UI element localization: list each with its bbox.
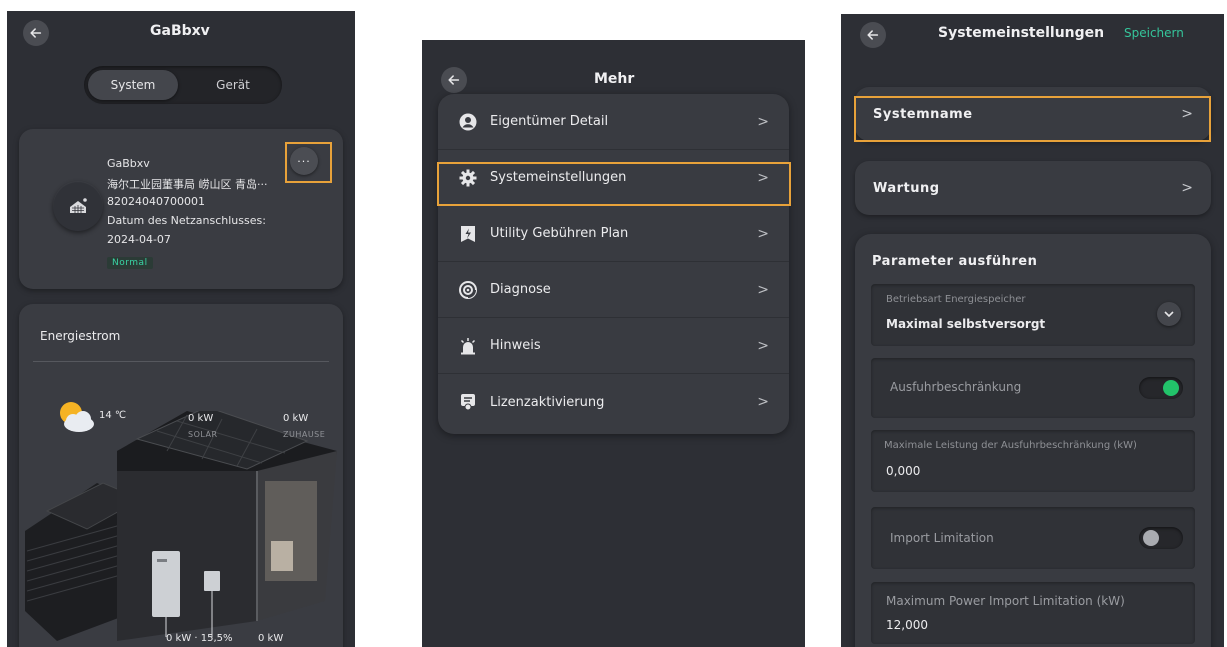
menu-item-notice[interactable]: Hinweis > — [438, 318, 789, 374]
battery-power-value: 0 kW · 15,5% — [166, 633, 233, 644]
field-label: Import Limitation — [890, 531, 994, 545]
import-max-field[interactable]: Maximum Power Import Limitation (kW) 12,… — [871, 582, 1195, 644]
gear-icon — [458, 168, 478, 188]
field-label: Maximale Leistung der Ausfuhrbeschränkun… — [884, 440, 1137, 451]
storage-mode-select[interactable]: Betriebsart Energiespeicher Maximal selb… — [871, 284, 1195, 346]
solar-power-value: 0 kW — [188, 413, 214, 424]
export-limit-row: Ausfuhrbeschränkung — [871, 358, 1195, 418]
page-title: Mehr — [594, 71, 635, 87]
chevron-right-icon: > — [757, 394, 769, 410]
chevron-right-icon: > — [1181, 106, 1193, 122]
grid-power-value: 0 kW — [258, 633, 284, 644]
chevron-right-icon: > — [757, 113, 769, 130]
field-value: Maximal selbstversorgt — [886, 317, 1046, 331]
menu-item-label: Systemeinstellungen — [490, 170, 627, 185]
chevron-right-icon: > — [757, 169, 769, 186]
menu-item-utility-plan[interactable]: Utility Gebühren Plan > — [438, 206, 789, 262]
grid-date: 2024-04-07 — [107, 233, 171, 246]
menu-item-owner-detail[interactable]: Eigentümer Detail > — [438, 94, 789, 150]
page-title: Systemeinstellungen — [938, 25, 1105, 41]
system-settings-screen: Systemeinstellungen Speichern Systemname… — [841, 14, 1224, 647]
back-arrow-icon[interactable] — [23, 20, 49, 46]
row-system-name[interactable]: Systemname > — [855, 87, 1211, 141]
field-value: 12,000 — [886, 618, 928, 632]
back-arrow-icon[interactable] — [860, 22, 886, 48]
chevron-right-icon: > — [1181, 180, 1193, 196]
row-maintenance[interactable]: Wartung > — [855, 161, 1211, 215]
menu-item-label: Diagnose — [490, 282, 551, 297]
row-label: Systemname — [873, 106, 973, 122]
more-menu: Eigentümer Detail > Systemeinstellungen … — [438, 94, 789, 434]
import-limit-row: Import Limitation — [871, 507, 1195, 569]
home-power-value: 0 kW — [283, 413, 309, 424]
solar-label: SOLAR — [188, 430, 218, 439]
chevron-right-icon: > — [757, 281, 769, 298]
chevron-right-icon: > — [757, 225, 769, 242]
more-options-button[interactable]: ··· — [290, 147, 318, 175]
field-value: 0,000 — [886, 464, 921, 478]
system-address: 海尔工业园董事局 崂山区 青岛··· — [107, 178, 268, 191]
solar-house-icon — [53, 181, 103, 231]
field-label: Betriebsart Energiespeicher — [886, 294, 1026, 305]
menu-item-system-settings[interactable]: Systemeinstellungen > — [438, 150, 789, 206]
alarm-icon — [458, 336, 478, 356]
view-toggle: System Gerät — [84, 66, 282, 104]
tab-system[interactable]: System — [88, 70, 178, 100]
menu-item-license[interactable]: Lizenzaktivierung > — [438, 374, 789, 430]
row-label: Wartung — [873, 180, 940, 196]
menu-item-diagnose[interactable]: Diagnose > — [438, 262, 789, 318]
chevron-right-icon: > — [757, 337, 769, 354]
section-title: Parameter ausführen — [872, 254, 1038, 269]
run-parameters-card: Parameter ausführen Betriebsart Energies… — [855, 234, 1211, 647]
import-limit-toggle[interactable] — [1139, 527, 1183, 549]
status-badge: Normal — [107, 257, 153, 269]
divider — [33, 361, 329, 362]
energy-title: Energiestrom — [40, 329, 121, 343]
menu-item-label: Lizenzaktivierung — [490, 394, 605, 410]
save-button[interactable]: Speichern — [1124, 26, 1184, 40]
diagnose-icon — [458, 280, 478, 300]
menu-item-label: Utility Gebühren Plan — [490, 226, 629, 241]
user-icon — [458, 112, 478, 132]
grid-date-label: Datum des Netzanschlusses: — [107, 214, 266, 227]
license-icon — [458, 392, 478, 412]
menu-item-label: Hinweis — [490, 338, 541, 353]
field-label: Ausfuhrbeschränkung — [890, 380, 1022, 394]
back-arrow-icon[interactable] — [441, 67, 467, 93]
more-screen: Mehr Eigentümer Detail > Systemeinstellu… — [422, 40, 805, 647]
house-illustration — [25, 411, 337, 641]
page-title: GaBbxv — [150, 23, 210, 39]
export-max-field[interactable]: Maximale Leistung der Ausfuhrbeschränkun… — [871, 430, 1195, 492]
menu-item-label: Eigentümer Detail — [490, 114, 609, 129]
export-limit-toggle[interactable] — [1139, 377, 1183, 399]
home-label: ZUHAUSE — [283, 430, 326, 439]
tab-device[interactable]: Gerät — [188, 70, 278, 100]
system-id: 82024040700001 — [107, 195, 205, 208]
system-overview-screen: GaBbxv System Gerät GaBbxv 海尔工业园董事局 崂山区 … — [7, 11, 355, 647]
chevron-down-icon[interactable] — [1157, 302, 1181, 326]
tariff-icon — [458, 224, 478, 244]
system-name: GaBbxv — [107, 157, 150, 170]
field-label: Maximum Power Import Limitation (kW) — [886, 594, 1125, 608]
